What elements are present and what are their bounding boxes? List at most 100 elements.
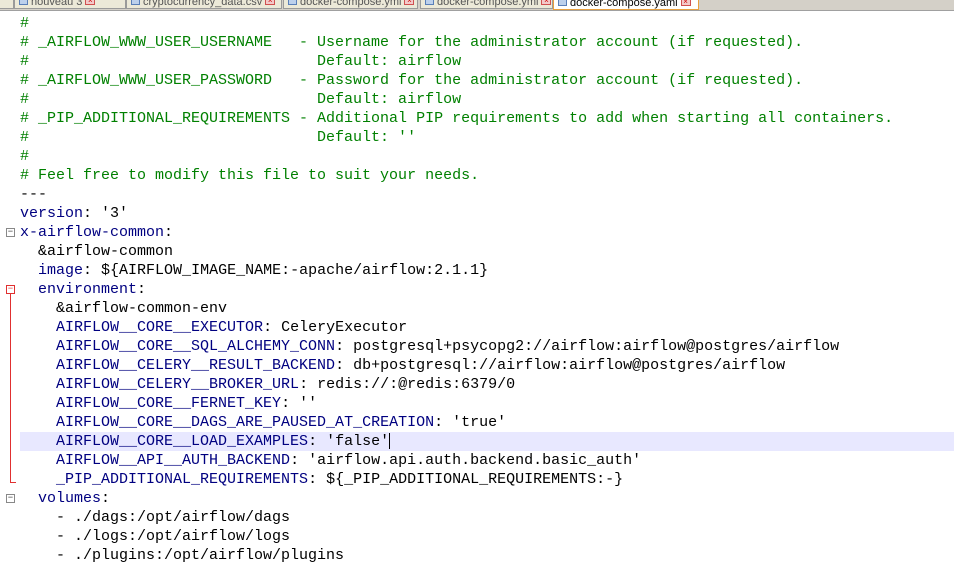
yaml-colon: : [164, 224, 174, 241]
yaml-colon: : [137, 281, 147, 298]
code-line[interactable]: AIRFLOW__CORE__SQL_ALCHEMY_CONN: postgre… [20, 337, 954, 356]
tab-1[interactable]: 2× [0, 0, 14, 9]
tab-2[interactable]: nouveau 3 × [14, 0, 126, 9]
code-line[interactable]: # _AIRFLOW_WWW_USER_USERNAME - Username … [20, 33, 954, 52]
yaml-value: '3' [92, 205, 129, 222]
code-line[interactable]: AIRFLOW__CELERY__BROKER_URL: redis://:@r… [20, 375, 954, 394]
yaml-value: ${AIRFLOW_IMAGE_NAME:-apache/airflow:2.1… [92, 262, 489, 279]
current-code-line[interactable]: AIRFLOW__CORE__LOAD_EXAMPLES: 'false' [20, 432, 954, 451]
yaml-key: AIRFLOW__CORE__FERNET_KEY [56, 395, 282, 412]
code-line[interactable]: # _PIP_ADDITIONAL_REQUIREMENTS - Additio… [20, 109, 954, 128]
tab-label: docker-compose.yml [300, 0, 402, 8]
yaml-value: ${_PIP_ADDITIONAL_REQUIREMENTS:-} [317, 471, 624, 488]
yaml-key: AIRFLOW__CELERY__BROKER_URL [56, 376, 300, 393]
yaml-value: CeleryExecutor [272, 319, 408, 336]
yaml-key: AIRFLOW__CORE__DAGS_ARE_PAUSED_AT_CREATI… [56, 414, 435, 431]
yaml-key: x-airflow-common [20, 224, 165, 241]
tab-4[interactable]: docker-compose.yml × [283, 0, 418, 9]
code-line[interactable]: environment: [20, 280, 954, 299]
file-icon [425, 0, 434, 5]
code-line[interactable]: _PIP_ADDITIONAL_REQUIREMENTS: ${_PIP_ADD… [20, 470, 954, 489]
yaml-colon: : [263, 319, 273, 336]
comment-text: # _AIRFLOW_WWW_USER_USERNAME - Username … [20, 34, 804, 51]
yaml-colon: : [83, 205, 93, 222]
close-tab-icon[interactable]: × [404, 0, 415, 5]
close-tab-icon[interactable]: × [85, 0, 96, 5]
code-line[interactable]: - ./plugins:/opt/airflow/plugins [20, 546, 954, 565]
code-editor[interactable]: # # _AIRFLOW_WWW_USER_USERNAME - Username… [20, 11, 954, 564]
code-line[interactable]: # Feel free to modify this file to suit … [20, 166, 954, 185]
code-line[interactable]: image: ${AIRFLOW_IMAGE_NAME:-apache/airf… [20, 261, 954, 280]
yaml-colon: : [308, 433, 318, 450]
code-line[interactable]: AIRFLOW__API__AUTH_BACKEND: 'airflow.api… [20, 451, 954, 470]
close-tab-icon[interactable]: × [265, 0, 276, 5]
file-icon [131, 0, 140, 5]
code-text: &airflow-common-env [20, 300, 228, 317]
yaml-value: 'false' [317, 433, 390, 450]
yaml-key: AIRFLOW__CORE__SQL_ALCHEMY_CONN [56, 338, 336, 355]
comment-text: # Default: '' [20, 129, 417, 146]
fold-gutter: − − − [0, 11, 19, 555]
comment-text: # _AIRFLOW_WWW_USER_PASSWORD - Password … [20, 72, 804, 89]
comment-text: # _PIP_ADDITIONAL_REQUIREMENTS - Additio… [20, 110, 894, 127]
yaml-colon: : [434, 414, 444, 431]
yaml-value: '' [290, 395, 318, 412]
yaml-key: environment [38, 281, 138, 298]
code-line[interactable]: AIRFLOW__CORE__EXECUTOR: CeleryExecutor [20, 318, 954, 337]
code-line[interactable]: # Default: '' [20, 128, 954, 147]
code-line[interactable]: AIRFLOW__CORE__FERNET_KEY: '' [20, 394, 954, 413]
code-line[interactable]: &airflow-common [20, 242, 954, 261]
file-icon [288, 0, 297, 5]
yaml-key: _PIP_ADDITIONAL_REQUIREMENTS [56, 471, 309, 488]
tab-5[interactable]: docker-compose.yml × [420, 0, 553, 9]
yaml-value: 'true' [443, 414, 507, 431]
code-text: - ./plugins:/opt/airflow/plugins [20, 547, 345, 564]
code-line[interactable]: - ./logs:/opt/airflow/logs [20, 527, 954, 546]
code-line[interactable]: # Default: airflow [20, 52, 954, 71]
comment-text: # Default: airflow [20, 91, 462, 108]
fold-toggle-icon[interactable]: − [6, 285, 15, 294]
code-line[interactable]: version: '3' [20, 204, 954, 223]
yaml-key: image [38, 262, 84, 279]
close-tab-icon[interactable]: × [680, 0, 691, 6]
code-line[interactable]: x-airflow-common: [20, 223, 954, 242]
fold-toggle-icon[interactable]: − [6, 494, 15, 503]
file-icon [19, 0, 28, 5]
tab-label: docker-compose.yml [437, 0, 539, 8]
tab-6[interactable]: docker-compose.yaml × [553, 0, 699, 10]
yaml-colon: : [281, 395, 291, 412]
comment-text: # [20, 15, 30, 32]
text-caret [389, 433, 391, 450]
tab-label: cryptocurrency_data.csv [143, 0, 263, 8]
yaml-colon: : [308, 471, 318, 488]
fold-guide [10, 294, 11, 482]
code-line[interactable]: # Default: airflow [20, 90, 954, 109]
code-line[interactable]: AIRFLOW__CORE__DAGS_ARE_PAUSED_AT_CREATI… [20, 413, 954, 432]
fold-toggle-icon[interactable]: − [6, 228, 15, 237]
code-line[interactable]: &airflow-common-env [20, 299, 954, 318]
tab-label: nouveau 3 [31, 0, 83, 8]
code-line[interactable]: # [20, 147, 954, 166]
code-line[interactable]: volumes: [20, 489, 954, 508]
code-line[interactable]: # [20, 14, 954, 33]
close-tab-icon[interactable]: × [541, 0, 552, 5]
yaml-colon: : [299, 376, 309, 393]
code-line[interactable]: AIRFLOW__CELERY__RESULT_BACKEND: db+post… [20, 356, 954, 375]
yaml-colon: : [335, 357, 345, 374]
code-text: --- [20, 186, 48, 203]
yaml-key: version [20, 205, 84, 222]
code-line[interactable]: # _AIRFLOW_WWW_USER_PASSWORD - Password … [20, 71, 954, 90]
code-line[interactable]: --- [20, 185, 954, 204]
tab-bar: 2×nouveau 3×cryptocurrency_data.csv×dock… [0, 0, 954, 11]
tab-3[interactable]: cryptocurrency_data.csv × [126, 0, 282, 9]
code-line[interactable]: - ./dags:/opt/airflow/dags [20, 508, 954, 527]
yaml-key: volumes [38, 490, 102, 507]
